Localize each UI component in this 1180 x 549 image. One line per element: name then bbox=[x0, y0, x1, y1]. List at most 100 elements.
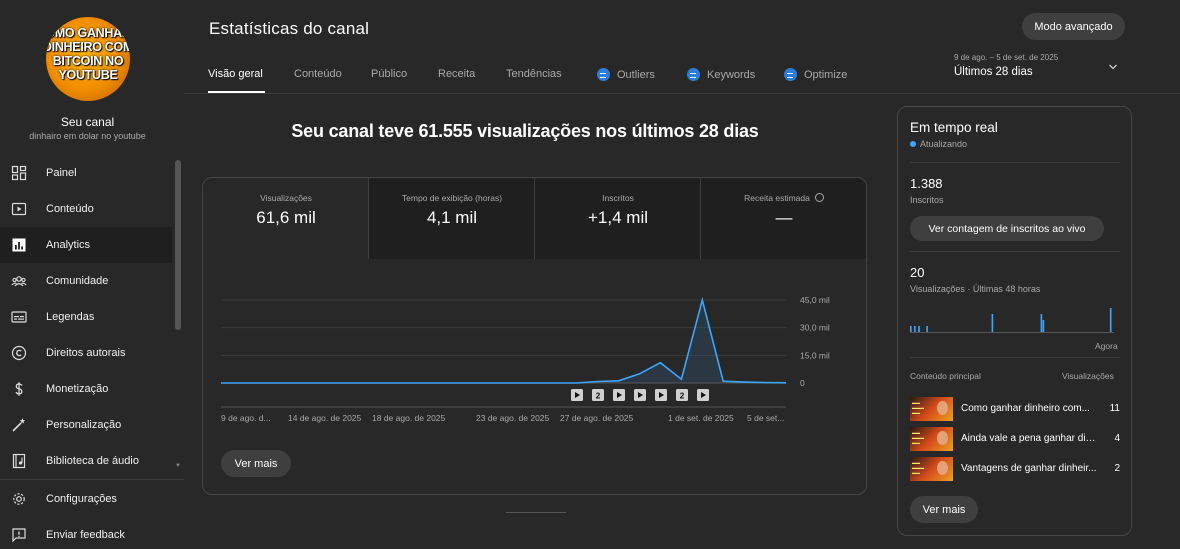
metric-subscribers[interactable]: Inscritos +1,4 mil bbox=[535, 178, 701, 259]
realtime-views-value: 20 bbox=[910, 265, 925, 280]
see-more-button[interactable]: Ver mais bbox=[221, 450, 291, 477]
channel-subtitle: dinhairo em dolar no youtube bbox=[29, 131, 146, 141]
video-title: Como ganhar dinheiro com... bbox=[961, 403, 1090, 414]
realtime-subscribers-label: Inscritos bbox=[910, 195, 944, 205]
top-video-row[interactable]: ▬▬ ▬▬▬ ▬▬ Como ganhar dinheiro com... 11 bbox=[910, 397, 1120, 423]
copyright-icon bbox=[11, 345, 27, 361]
chart-x-tick-label: 23 de ago. de 2025 bbox=[476, 413, 550, 423]
divider bbox=[910, 251, 1120, 252]
tab-optimize[interactable]: Optimize bbox=[784, 68, 847, 81]
tab-label: Outliers bbox=[617, 68, 655, 81]
magic-wand-icon bbox=[11, 417, 27, 433]
video-views: 4 bbox=[1114, 433, 1120, 444]
video-views: 2 bbox=[1114, 463, 1120, 474]
sidebar-item-analytics[interactable]: Analytics bbox=[0, 227, 172, 263]
scroll-down-icon[interactable]: ▼ bbox=[175, 463, 181, 469]
top-video-row[interactable]: ▬▬ ▬▬▬ ▬▬ Vantagens de ganhar dinheir... 2 bbox=[910, 457, 1120, 483]
sparkline-bar bbox=[910, 326, 912, 332]
tab-tendencias[interactable]: Tendências bbox=[506, 68, 562, 80]
sparkline-bar bbox=[914, 326, 916, 332]
analytics-icon bbox=[11, 237, 27, 253]
tab-outliers[interactable]: Outliers bbox=[597, 68, 655, 81]
advanced-mode-button[interactable]: Modo avançado bbox=[1022, 13, 1125, 40]
realtime-subscribers-value: 1.388 bbox=[910, 176, 943, 191]
metric-value: 61,6 mil bbox=[256, 208, 316, 227]
sidebar-item-personalizacao[interactable]: Personalização bbox=[0, 407, 172, 443]
tab-visao-geral[interactable]: Visão geral bbox=[208, 68, 263, 80]
tab-label: Keywords bbox=[707, 68, 756, 81]
sidebar-item-label: Monetização bbox=[46, 383, 109, 395]
sidebar-item-comunidade[interactable]: Comunidade bbox=[0, 263, 172, 299]
main-content: Estatísticas do canal Modo avançado Visã… bbox=[184, 0, 1180, 549]
sidebar-divider bbox=[0, 479, 184, 480]
realtime-see-more-button[interactable]: Ver mais bbox=[910, 496, 978, 523]
video-thumbnail: ▬▬ ▬▬▬ ▬▬ bbox=[910, 397, 953, 421]
sidebar-item-legendas[interactable]: Legendas bbox=[0, 299, 172, 335]
extension-icon bbox=[784, 68, 797, 81]
sparkline-bar bbox=[1040, 314, 1043, 332]
chart-x-tick-label: 1 de set. de 2025 bbox=[668, 413, 734, 423]
views-chart-svg[interactable]: 45,0 mil 30,0 mil 15,0 mil 0 9 de ago. d... 1… bbox=[221, 288, 851, 423]
metric-watch-time[interactable]: Tempo de exibição (horas) 4,1 mil bbox=[369, 178, 535, 259]
channel-avatar[interactable]: OMO GANHAR DINHEIRO COM BITCOIN NO YOUTU… bbox=[46, 17, 130, 101]
metric-value: +1,4 mil bbox=[588, 208, 648, 227]
sidebar-item-label: Analytics bbox=[46, 239, 91, 251]
tab-publico[interactable]: Público bbox=[371, 68, 407, 80]
realtime-status-text: Atualizando bbox=[920, 139, 968, 149]
realtime-views-label: Visualizações · Últimas 48 horas bbox=[910, 284, 1041, 294]
metric-label: Inscritos bbox=[602, 193, 634, 203]
avatar-text-line: BITCOIN NO bbox=[52, 54, 124, 68]
metric-label-text: Receita estimada bbox=[744, 193, 810, 203]
sidebar: OMO GANHAR DINHEIRO COM BITCOIN NO YOUTU… bbox=[0, 0, 184, 549]
chart-x-tick-label: 27 de ago. de 2025 bbox=[560, 413, 634, 423]
chart-x-tick-label: 14 de ago. de 2025 bbox=[288, 413, 362, 423]
metric-label: Receita estimada bbox=[701, 193, 866, 203]
date-range-text[interactable]: 9 de ago. – 5 de set. de 2025 bbox=[954, 53, 1058, 62]
sidebar-item-painel[interactable]: Painel bbox=[0, 155, 172, 191]
channel-name: Seu canal bbox=[60, 115, 115, 129]
sidebar-scrollbar[interactable] bbox=[175, 160, 181, 330]
tab-conteudo[interactable]: Conteúdo bbox=[294, 68, 342, 80]
live-dot-icon bbox=[910, 141, 916, 147]
tab-receita[interactable]: Receita bbox=[438, 68, 475, 80]
divider bbox=[910, 357, 1120, 358]
avatar-text-line: DINHEIRO COM bbox=[46, 40, 130, 54]
sidebar-item-conteudo[interactable]: Conteúdo bbox=[0, 191, 172, 227]
sidebar-item-label: Configurações bbox=[46, 493, 117, 505]
feedback-icon bbox=[11, 527, 27, 543]
content-icon bbox=[11, 201, 27, 217]
sparkline-bar bbox=[926, 326, 928, 332]
video-thumbnail: ▬▬ ▬▬▬ ▬▬ bbox=[910, 457, 953, 481]
extension-icon bbox=[597, 68, 610, 81]
sidebar-item-enviar-feedback[interactable]: Enviar feedback bbox=[0, 517, 172, 549]
avatar-text-line: YOUTUBE bbox=[58, 68, 118, 82]
overview-headline: Seu canal teve 61.555 visualizações nos … bbox=[291, 121, 759, 141]
sidebar-item-monetizacao[interactable]: Monetização bbox=[0, 371, 172, 407]
realtime-title: Em tempo real bbox=[910, 120, 998, 135]
sidebar-item-label: Personalização bbox=[46, 419, 122, 431]
thumbnail-face bbox=[937, 431, 948, 445]
chevron-down-icon[interactable] bbox=[1108, 62, 1118, 72]
chart-y-tick-label: 15,0 mil bbox=[800, 350, 830, 360]
thumbnail-art: ▬▬ ▬▬▬ ▬▬ bbox=[912, 430, 924, 445]
metrics-card: Visualizações 61,6 mil Tempo de exibição… bbox=[202, 177, 867, 495]
metric-value: — bbox=[775, 208, 793, 227]
live-subscriber-count-button[interactable]: Ver contagem de inscritos ao vivo bbox=[910, 216, 1104, 241]
sidebar-item-direitos-autorais[interactable]: Direitos autorais bbox=[0, 335, 172, 371]
extension-icon bbox=[687, 68, 700, 81]
sparkline-bar bbox=[918, 326, 920, 332]
top-video-row[interactable]: ▬▬ ▬▬▬ ▬▬ Ainda vale a pena ganhar din... … bbox=[910, 427, 1120, 453]
tab-keywords[interactable]: Keywords bbox=[687, 68, 755, 81]
realtime-views-sparkline[interactable] bbox=[910, 306, 1116, 334]
metric-views[interactable]: Visualizações 61,6 mil bbox=[203, 178, 369, 259]
chart-area bbox=[221, 300, 786, 383]
sidebar-item-biblioteca-de-audio[interactable]: Biblioteca de áudio bbox=[0, 443, 172, 479]
audio-library-icon bbox=[11, 453, 27, 469]
sidebar-item-configuracoes[interactable]: Configurações bbox=[0, 481, 172, 517]
thumbnail-face bbox=[937, 401, 948, 415]
metric-revenue[interactable]: Receita estimada — bbox=[701, 178, 866, 259]
sidebar-item-label: Comunidade bbox=[46, 275, 109, 287]
date-range-label[interactable]: Últimos 28 dias bbox=[954, 66, 1033, 78]
page-title: Estatísticas do canal bbox=[209, 19, 370, 38]
chart-x-tick-label: 5 de set... bbox=[747, 413, 784, 423]
